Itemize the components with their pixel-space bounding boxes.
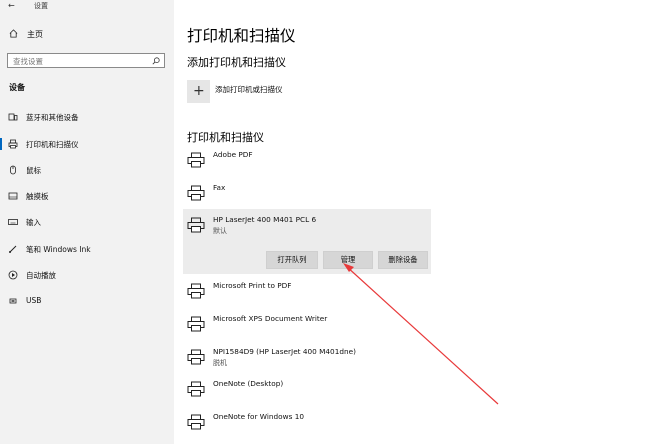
manage-button[interactable]: 管理 <box>323 251 373 269</box>
selected-device-panel[interactable]: HP LaserJet 400 M401 PCL 6 默认 打开队列 管理 删除… <box>183 209 431 274</box>
sidebar-item-pen[interactable]: 笔和 Windows Ink <box>0 240 174 258</box>
home-label: 主页 <box>27 30 43 39</box>
search-icon[interactable] <box>152 57 160 65</box>
sidebar-item-label: 鼠标 <box>26 166 41 175</box>
device-name: Microsoft Print to PDF <box>213 281 292 290</box>
sidebar-item-label: 蓝牙和其他设备 <box>26 113 79 122</box>
pen-icon <box>9 245 17 253</box>
printer-icon <box>187 152 205 168</box>
list-item[interactable]: OneNote for Windows 10 <box>187 412 427 442</box>
mouse-icon <box>10 165 16 175</box>
touchpad-icon <box>8 192 18 200</box>
usb-icon <box>9 298 17 304</box>
sidebar-section-title: 设备 <box>9 83 25 92</box>
sidebar-item-label: 输入 <box>26 218 41 227</box>
sidebar-item-usb[interactable]: USB <box>0 292 174 310</box>
device-name: NPI1584D9 (HP LaserJet 400 M401dne) <box>213 347 356 356</box>
sidebar-item-label: 笔和 Windows Ink <box>26 245 91 254</box>
printer-list-title: 打印机和扫描仪 <box>187 131 264 144</box>
sidebar-item-bluetooth[interactable]: 蓝牙和其他设备 <box>0 108 174 126</box>
list-item[interactable]: NPI1584D9 (HP LaserJet 400 M401dne) 脱机 <box>187 347 427 377</box>
window-title: 设置 <box>34 2 48 10</box>
page-title: 打印机和扫描仪 <box>187 27 296 45</box>
title-bar: ← 设置 <box>0 0 174 12</box>
sidebar-item-label: 自动播放 <box>26 271 56 280</box>
search-placeholder: 查找设置 <box>13 57 43 66</box>
fax-icon <box>187 185 205 201</box>
device-status: 脱机 <box>213 359 227 367</box>
autoplay-icon <box>8 270 18 280</box>
back-arrow-icon[interactable]: ← <box>8 1 15 10</box>
list-item[interactable]: Microsoft Print to PDF <box>187 281 427 311</box>
plus-icon: + <box>193 83 205 99</box>
device-name: OneNote for Windows 10 <box>213 412 304 421</box>
device-name: OneNote (Desktop) <box>213 379 284 388</box>
search-input[interactable]: 查找设置 <box>7 53 165 68</box>
device-name: Microsoft XPS Document Writer <box>213 314 328 323</box>
printer-icon <box>8 139 18 149</box>
device-name: Fax <box>213 183 226 192</box>
open-queue-button[interactable]: 打开队列 <box>266 251 318 269</box>
sidebar-item-mouse[interactable]: 鼠标 <box>0 161 174 179</box>
sidebar-item-label: 触摸板 <box>26 192 49 201</box>
bluetooth-icon <box>8 113 18 121</box>
xps-printer-icon <box>187 316 205 332</box>
printer-icon <box>187 217 205 233</box>
keyboard-icon <box>8 219 18 225</box>
list-item-selected[interactable]: HP LaserJet 400 M401 PCL 6 默认 <box>187 215 427 245</box>
sidebar-item-label: 打印机和扫描仪 <box>26 140 79 149</box>
network-printer-icon <box>187 349 205 365</box>
add-printer-button[interactable]: + <box>187 80 210 103</box>
add-section-title: 添加打印机和扫描仪 <box>187 56 286 69</box>
sidebar-item-label: USB <box>26 296 42 305</box>
onenote-printer-icon <box>187 414 205 430</box>
remove-device-button[interactable]: 删除设备 <box>378 251 428 269</box>
sidebar-item-printers[interactable]: 打印机和扫描仪 <box>0 135 174 153</box>
add-printer-label[interactable]: 添加打印机或扫描仪 <box>215 84 283 95</box>
list-item[interactable]: OneNote (Desktop) <box>187 379 427 409</box>
device-status: 默认 <box>213 227 227 235</box>
pdf-printer-icon <box>187 283 205 299</box>
home-icon <box>9 29 18 38</box>
device-name: Adobe PDF <box>213 150 253 159</box>
sidebar-item-home[interactable]: 主页 <box>0 26 174 42</box>
device-name: HP LaserJet 400 M401 PCL 6 <box>213 215 317 224</box>
sidebar-item-autoplay[interactable]: 自动播放 <box>0 266 174 284</box>
sidebar-item-touchpad[interactable]: 触摸板 <box>0 187 174 205</box>
list-item[interactable]: Microsoft XPS Document Writer <box>187 314 427 344</box>
sidebar: ← 设置 主页 查找设置 设备 蓝牙和其他设备 打印机和扫描仪 鼠标 触摸板 输… <box>0 0 174 444</box>
list-item[interactable]: Adobe PDF <box>187 150 427 180</box>
main-content: 打印机和扫描仪 添加打印机和扫描仪 + 添加打印机或扫描仪 打印机和扫描仪 Ad… <box>174 0 650 444</box>
sidebar-item-typing[interactable]: 输入 <box>0 213 174 231</box>
onenote-printer-icon <box>187 381 205 397</box>
